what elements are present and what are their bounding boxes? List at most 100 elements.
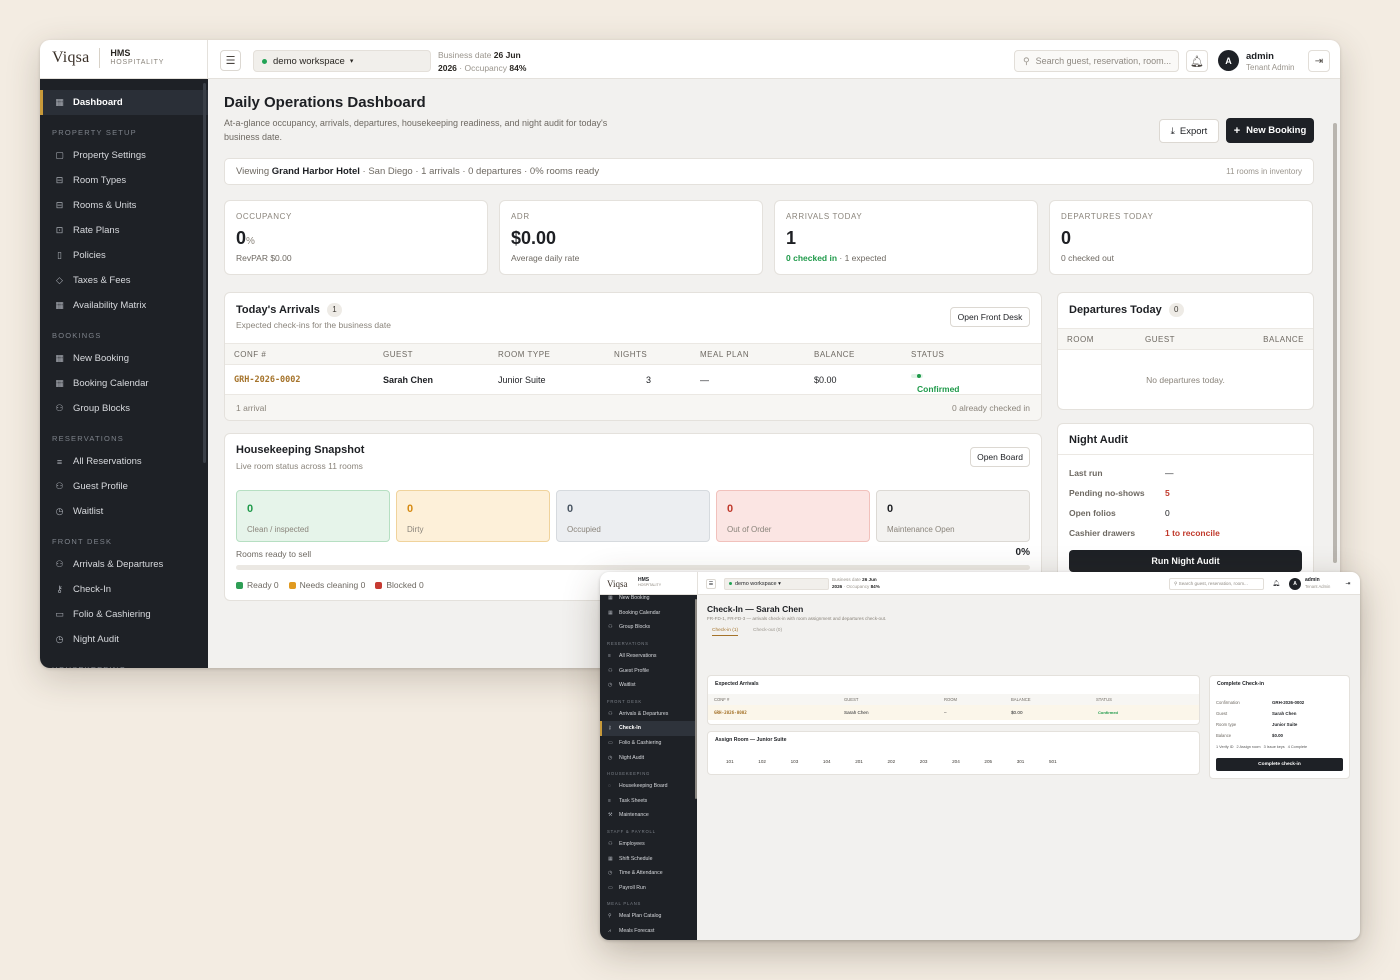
app-logo[interactable]: Viqsa HMS HOSPITALITY [52,48,164,68]
logout-icon[interactable]: ⇥ [1342,578,1354,590]
sidebar-item-payroll-run[interactable]: ▭ Payroll Run [600,881,697,896]
room-chip-202[interactable]: 202 [888,759,896,764]
table-row[interactable]: GRH-2026-0002 Sarah Chen Junior Suite 3 … [225,365,1041,395]
complete-checkin-button[interactable]: Complete check-in [1216,758,1343,771]
user-menu[interactable]: admin Tenant Admin [1246,51,1294,73]
sidebar-item-waitlist[interactable]: ◷ Waitlist [40,499,208,524]
sidebar-item-all-reservations[interactable]: ≡ All Reservations [600,649,697,664]
sidebar-item-arrivals-and-departures[interactable]: ⚇ Arrivals & Departures [40,552,208,577]
sidebar-item-group-blocks[interactable]: ⚇ Group Blocks [40,396,208,421]
sidebar-item-night-audit[interactable]: ◷ Night Audit [600,750,697,765]
sidebar-item-task-sheets[interactable]: ≡ Task Sheets [600,794,697,809]
sidebar-item-folio-and-cashiering[interactable]: ▭ Folio & Cashiering [40,602,208,627]
sidebar-item-new-booking[interactable]: ▦ New Booking [600,595,697,606]
legend-swatch [288,581,296,589]
sidebar-item-property-settings[interactable]: ▢ Property Settings [40,143,208,168]
search-input[interactable]: Search guest, reservation, room... [1179,581,1248,586]
user-menu[interactable]: admin Tenant Admin [1305,577,1330,589]
room-chip-103[interactable]: 103 [791,759,799,764]
col-header: STATUS [911,350,945,359]
sidebar-item-booking-calendar[interactable]: ▦ Booking Calendar [40,371,208,396]
global-search[interactable]: ⚲ Search guest, reservation, room... [1169,578,1264,590]
sidebar-item-rooms-and-units[interactable]: ⊟ Rooms & Units [40,193,208,218]
users-icon: ⚇ [608,841,613,848]
sidebar-scrollbar[interactable] [203,83,206,463]
kpi-value: 0% [236,228,476,249]
room-chip-104[interactable]: 104 [823,759,831,764]
sidebar-item-group-blocks[interactable]: ⚇ Group Blocks [600,620,697,635]
sidebar-item-meals-forecast[interactable]: ⩘ Meals Forecast [600,924,697,939]
menu-toggle-button[interactable]: ☰ [220,50,241,71]
sidebar-scrollbar[interactable] [695,599,697,799]
search-input[interactable]: Search guest, reservation, room... [1036,56,1172,66]
sidebar-section-heading: STAFF & PAYROLL [607,828,656,834]
hk-tile-dirty[interactable]: 0 Dirty [396,490,550,542]
logout-button[interactable]: ⇥ [1308,50,1330,72]
room-chip-102[interactable]: 102 [758,759,766,764]
sidebar-item-check-in[interactable]: ⚷ Check-In [600,721,697,736]
bell-icon[interactable]: 🔔︎ [1270,578,1282,590]
col-header: GUEST [1145,335,1176,344]
room-chip-204[interactable]: 204 [952,759,960,764]
sidebar-item-booking-calendar[interactable]: ▦ Booking Calendar [600,606,697,621]
sidebar-item-maintenance[interactable]: ⚒ Maintenance [600,808,697,823]
hk-tile-occupied[interactable]: 0 Occupied [556,490,710,542]
sidebar-item-shift-schedule[interactable]: ▦ Shift Schedule [600,851,697,866]
room-chip-501[interactable]: 501 [1049,759,1057,764]
list-icon: ≡ [608,797,611,804]
room-chip-205[interactable]: 205 [984,759,992,764]
business-date-value: 26 Jun [493,50,521,60]
avatar[interactable]: A [1218,50,1239,71]
calendar-icon: ▦ [608,609,613,616]
avatar[interactable]: A [1289,578,1301,590]
room-chip-201[interactable]: 201 [855,759,863,764]
sidebar-item-meal-plan-catalog[interactable]: ⚲ Meal Plan Catalog [600,909,697,924]
conf-link[interactable]: GRH-2026-0002 [234,365,301,395]
sidebar-item-guest-profile[interactable]: ⚇ Guest Profile [600,663,697,678]
sidebar-item-time-and-attendance[interactable]: ◷ Time & Attendance [600,866,697,881]
clock-icon: ◷ [608,754,613,761]
chevron-down-icon: ▾ [349,58,354,65]
sidebar-item-arrivals-and-departures[interactable]: ⚇ Arrivals & Departures [600,707,697,722]
sidebar-item-taxes-and-fees[interactable]: ◇ Taxes & Fees [40,268,208,293]
conf-link[interactable]: GRH-2026-0002 [714,710,747,715]
table-header: CONF # GUEST ROOM TYPE NIGHTS MEAL PLAN … [225,343,1041,365]
sidebar-item-night-audit[interactable]: ◷ Night Audit [40,627,208,652]
sidebar-item-waitlist[interactable]: ◷ Waitlist [600,678,697,693]
export-button[interactable]: ⤓ Export [1159,119,1219,143]
workspace-selector[interactable]: demo workspace ▾ [724,578,829,590]
global-search[interactable]: ⚲ Search guest, reservation, room... [1014,50,1179,72]
sidebar-item-all-reservations[interactable]: ≡ All Reservations [40,449,208,474]
new-booking-button[interactable]: + New Booking [1226,118,1314,143]
menu-toggle-button[interactable]: ☰ [706,579,716,589]
sidebar-item-policies[interactable]: ▯ Policies [40,243,208,268]
table-row[interactable]: GRH-2026-0002 Sarah Chen – $0.00 Confirm… [708,705,1199,720]
room-chip-301[interactable]: 301 [1017,759,1025,764]
sidebar-item-guest-profile[interactable]: ⚇ Guest Profile [40,474,208,499]
hk-tile-out-of-order[interactable]: 0 Out of Order [716,490,870,542]
sidebar-item-room-types[interactable]: ⊟ Room Types [40,168,208,193]
tab-checkin[interactable]: Check-in (1) [712,628,739,636]
notifications-button[interactable]: 🔔︎ [1186,50,1208,72]
sidebar-item-check-in[interactable]: ⚷ Check-In [40,577,208,602]
workspace-selector[interactable]: demo workspace ▾ [253,50,431,72]
main-scrollbar[interactable] [1333,123,1337,563]
hk-tile-maintenance-open[interactable]: 0 Maintenance Open [876,490,1030,542]
sidebar-item-new-booking[interactable]: ▦ New Booking [40,346,208,371]
tab-checkout[interactable]: Check-out (0) [753,628,782,633]
main-content: Check-In — Sarah Chen FR-FD-1, FR-FD-3 —… [695,595,1360,940]
run-night-audit-button[interactable]: Run Night Audit [1069,550,1302,572]
col-header: ROOM [1067,335,1094,344]
open-front-desk-button[interactable]: Open Front Desk [950,307,1030,327]
sidebar-item-folio-and-cashiering[interactable]: ▭ Folio & Cashiering [600,736,697,751]
open-board-button[interactable]: Open Board [970,447,1030,467]
sidebar-item-rate-plans[interactable]: ⊡ Rate Plans [40,218,208,243]
col-header: CONF # [714,697,730,702]
room-chip-101[interactable]: 101 [726,759,734,764]
sidebar-item-dashboard[interactable]: ▦ Dashboard [40,90,208,115]
sidebar-item-employees[interactable]: ⚇ Employees [600,837,697,852]
sidebar-item-housekeeping-board[interactable]: ◌ Housekeeping Board [600,779,697,794]
room-chip-203[interactable]: 203 [920,759,928,764]
sidebar-item-availability-matrix[interactable]: ▦ Availability Matrix [40,293,208,318]
hk-tile-clean-inspected[interactable]: 0 Clean / inspected [236,490,390,542]
